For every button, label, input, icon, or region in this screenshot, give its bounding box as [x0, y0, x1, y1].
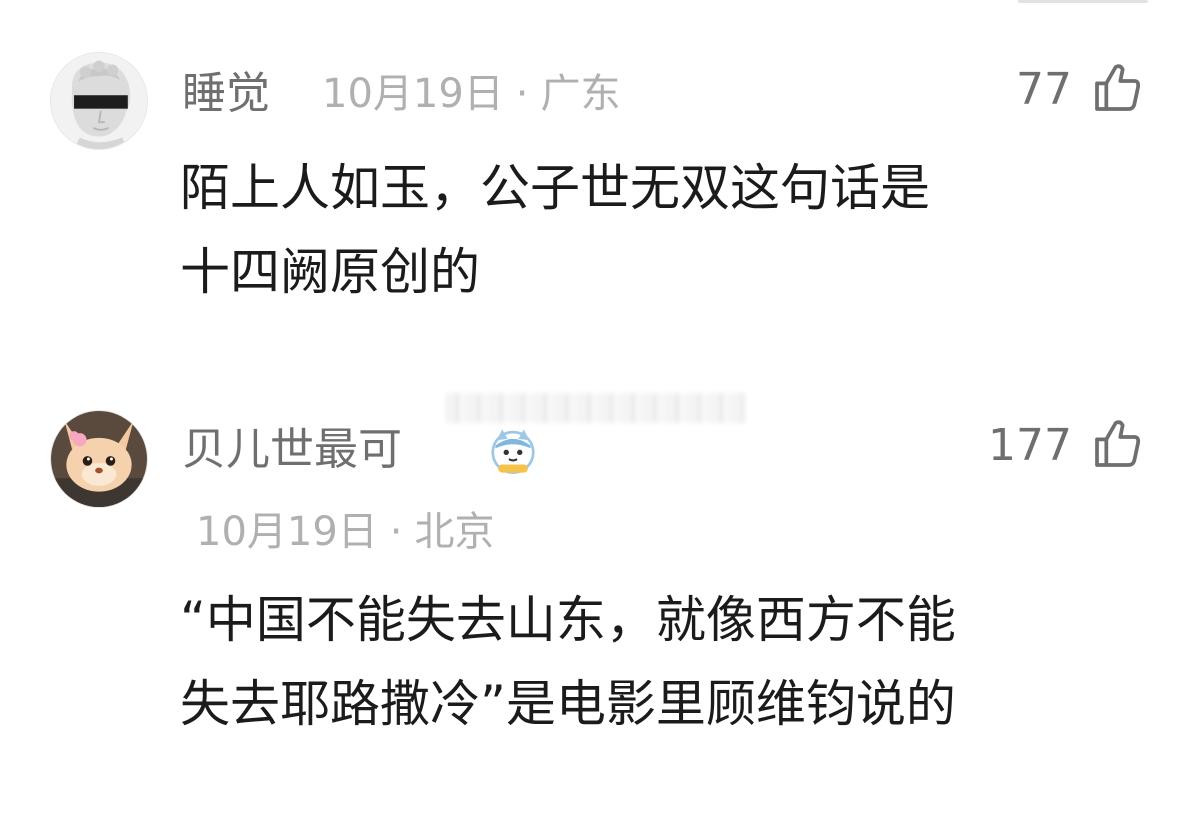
comment-meta: 10月19日 · 北京: [196, 512, 495, 552]
avatar[interactable]: [50, 52, 148, 150]
comment-date: 10月19日: [196, 509, 378, 555]
meta-separator: ·: [389, 509, 403, 555]
comment-line: 陌上人如玉，公子世无双这句话是: [180, 159, 930, 217]
like-count: 177: [988, 420, 1072, 471]
comment-location: 北京: [414, 509, 495, 555]
like-count: 77: [1016, 64, 1072, 115]
comment-location: 广东: [540, 71, 621, 117]
meta-separator: ·: [515, 71, 529, 117]
comment-date: 10月19日: [322, 71, 504, 117]
username[interactable]: 睡觉: [182, 72, 270, 116]
comment-meta: 10月19日 · 广东: [322, 74, 621, 114]
plush-fox-avatar-image: [51, 411, 147, 507]
comment-body: “中国不能失去山东，就像西方不能 失去耶路撒冷”是电影里顾维钧说的: [180, 578, 956, 746]
username[interactable]: 贝儿世最可: [182, 428, 402, 472]
avatar[interactable]: [50, 410, 148, 508]
comment-line: 十四阙原创的: [180, 243, 480, 301]
thumbs-up-icon[interactable]: [1090, 416, 1146, 472]
top-divider: [1018, 0, 1148, 3]
comment-line: 失去耶路撒冷”是电影里顾维钧说的: [180, 675, 956, 733]
comment-body: 陌上人如玉，公子世无双这句话是 十四阙原创的: [180, 146, 930, 314]
comment-line: “中国不能失去山东，就像西方不能: [180, 591, 956, 649]
cat-badge-icon: [491, 429, 535, 474]
comment-list: 睡觉 10月19日·广东 77 陌上人如玉，公子世无双这句话是 十四阙原创的: [0, 0, 1200, 813]
thumbs-up-icon[interactable]: [1090, 60, 1146, 116]
blurred-divider: [445, 393, 745, 423]
statue-avatar-image: [51, 53, 147, 149]
